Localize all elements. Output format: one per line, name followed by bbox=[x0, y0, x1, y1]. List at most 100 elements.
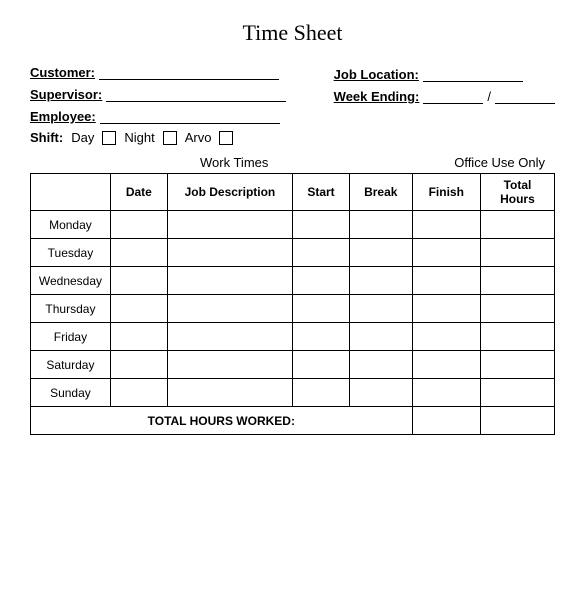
day-cell: Friday bbox=[31, 323, 111, 351]
data-cell[interactable] bbox=[167, 295, 292, 323]
header-finish: Finish bbox=[412, 174, 480, 211]
data-cell[interactable] bbox=[110, 239, 167, 267]
data-cell[interactable] bbox=[349, 295, 412, 323]
data-cell[interactable] bbox=[412, 379, 480, 407]
week-ending-row: Week Ending: / bbox=[334, 88, 555, 104]
data-cell[interactable] bbox=[480, 267, 554, 295]
shift-arvo-label: Arvo bbox=[185, 130, 212, 145]
header-day bbox=[31, 174, 111, 211]
header-break: Break bbox=[349, 174, 412, 211]
data-cell[interactable] bbox=[480, 239, 554, 267]
data-cell[interactable] bbox=[412, 351, 480, 379]
data-cell[interactable] bbox=[110, 379, 167, 407]
data-cell[interactable] bbox=[293, 351, 350, 379]
timesheet-table: Date Job Description Start Break Finish … bbox=[30, 173, 555, 435]
header-date: Date bbox=[110, 174, 167, 211]
data-cell[interactable] bbox=[167, 239, 292, 267]
supervisor-row: Supervisor: bbox=[30, 86, 286, 102]
header-total: TotalHours bbox=[480, 174, 554, 211]
table-row: Monday bbox=[31, 211, 555, 239]
week-ending-label: Week Ending: bbox=[334, 89, 420, 104]
data-cell[interactable] bbox=[167, 323, 292, 351]
page: Time Sheet Customer: Supervisor: Employe… bbox=[0, 0, 585, 597]
data-cell[interactable] bbox=[293, 379, 350, 407]
table-row: Wednesday bbox=[31, 267, 555, 295]
data-cell[interactable] bbox=[412, 267, 480, 295]
data-cell[interactable] bbox=[293, 211, 350, 239]
data-cell[interactable] bbox=[110, 295, 167, 323]
data-cell[interactable] bbox=[349, 323, 412, 351]
data-cell[interactable] bbox=[349, 267, 412, 295]
job-location-line[interactable] bbox=[423, 66, 523, 82]
week-ending-line1[interactable] bbox=[423, 88, 483, 104]
supervisor-line[interactable] bbox=[106, 86, 286, 102]
table-row: Friday bbox=[31, 323, 555, 351]
data-cell[interactable] bbox=[167, 267, 292, 295]
employee-row: Employee: bbox=[30, 108, 286, 124]
left-fields: Customer: Supervisor: Employee: bbox=[30, 64, 286, 124]
total-hours-cell[interactable] bbox=[480, 407, 554, 435]
header-jobdesc: Job Description bbox=[167, 174, 292, 211]
data-cell[interactable] bbox=[110, 211, 167, 239]
shift-night-checkbox[interactable] bbox=[163, 131, 177, 145]
page-title: Time Sheet bbox=[30, 20, 555, 46]
data-cell[interactable] bbox=[412, 211, 480, 239]
data-cell[interactable] bbox=[412, 295, 480, 323]
day-cell: Thursday bbox=[31, 295, 111, 323]
total-finish-cell[interactable] bbox=[412, 407, 480, 435]
data-cell[interactable] bbox=[167, 211, 292, 239]
header-start: Start bbox=[293, 174, 350, 211]
total-row: TOTAL HOURS WORKED: bbox=[31, 407, 555, 435]
shift-day-checkbox[interactable] bbox=[102, 131, 116, 145]
table-row: Thursday bbox=[31, 295, 555, 323]
section-labels: Work Times Office Use Only bbox=[30, 155, 555, 170]
shift-label: Shift: bbox=[30, 130, 63, 145]
supervisor-label: Supervisor: bbox=[30, 87, 102, 102]
data-cell[interactable] bbox=[412, 239, 480, 267]
data-cell[interactable] bbox=[349, 351, 412, 379]
day-cell: Sunday bbox=[31, 379, 111, 407]
employee-label: Employee: bbox=[30, 109, 96, 124]
day-cell: Wednesday bbox=[31, 267, 111, 295]
week-ending-separator: / bbox=[487, 89, 491, 104]
right-fields: Job Location: Week Ending: / bbox=[334, 66, 555, 124]
data-cell[interactable] bbox=[480, 295, 554, 323]
data-cell[interactable] bbox=[349, 239, 412, 267]
day-cell: Tuesday bbox=[31, 239, 111, 267]
employee-line[interactable] bbox=[100, 108, 280, 124]
data-cell[interactable] bbox=[480, 211, 554, 239]
data-cell[interactable] bbox=[293, 239, 350, 267]
data-cell[interactable] bbox=[480, 379, 554, 407]
data-cell[interactable] bbox=[167, 351, 292, 379]
day-cell: Saturday bbox=[31, 351, 111, 379]
data-cell[interactable] bbox=[293, 267, 350, 295]
customer-label: Customer: bbox=[30, 65, 95, 80]
data-cell[interactable] bbox=[349, 211, 412, 239]
table-row: Tuesday bbox=[31, 239, 555, 267]
work-times-label: Work Times bbox=[200, 155, 268, 170]
table-row: Saturday bbox=[31, 351, 555, 379]
shift-row: Shift: Day Night Arvo bbox=[30, 130, 555, 145]
week-ending-line2[interactable] bbox=[495, 88, 555, 104]
customer-row: Customer: bbox=[30, 64, 286, 80]
customer-line[interactable] bbox=[99, 64, 279, 80]
data-cell[interactable] bbox=[480, 323, 554, 351]
data-cell[interactable] bbox=[110, 323, 167, 351]
form-section: Customer: Supervisor: Employee: Job Loca… bbox=[30, 64, 555, 124]
data-cell[interactable] bbox=[293, 295, 350, 323]
header-row: Date Job Description Start Break Finish … bbox=[31, 174, 555, 211]
data-cell[interactable] bbox=[167, 379, 292, 407]
data-cell[interactable] bbox=[110, 267, 167, 295]
total-hours-label: TOTAL HOURS WORKED: bbox=[31, 407, 413, 435]
shift-arvo-checkbox[interactable] bbox=[219, 131, 233, 145]
data-cell[interactable] bbox=[480, 351, 554, 379]
table-row: Sunday bbox=[31, 379, 555, 407]
data-cell[interactable] bbox=[349, 379, 412, 407]
data-cell[interactable] bbox=[412, 323, 480, 351]
data-cell[interactable] bbox=[110, 351, 167, 379]
day-cell: Monday bbox=[31, 211, 111, 239]
data-cell[interactable] bbox=[293, 323, 350, 351]
office-use-label: Office Use Only bbox=[454, 155, 545, 170]
shift-day-label: Day bbox=[71, 130, 94, 145]
job-location-label: Job Location: bbox=[334, 67, 419, 82]
